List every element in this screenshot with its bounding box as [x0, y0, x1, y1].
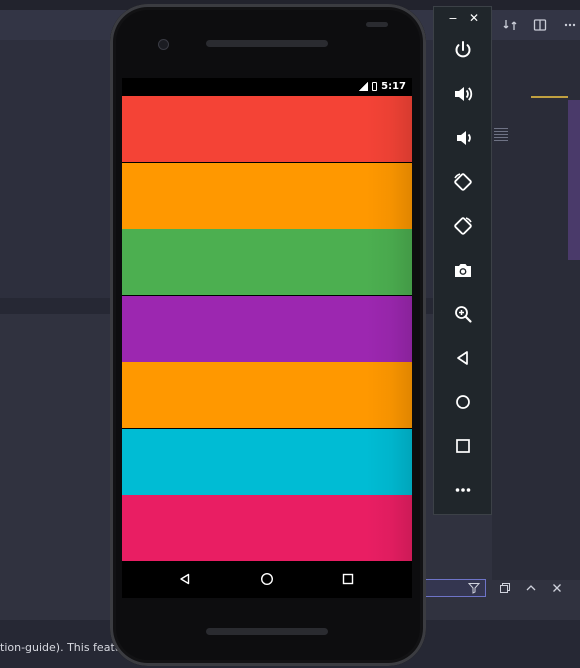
toolbar-header: − ✕: [434, 7, 491, 29]
navigation-bar: [122, 561, 412, 598]
ide-editor-actions: [500, 14, 580, 36]
volume-down-icon: [457, 131, 471, 145]
close-button[interactable]: ✕: [467, 11, 481, 25]
color-band: [122, 495, 412, 561]
split-view-icon[interactable]: [530, 14, 550, 36]
back-icon: [180, 573, 190, 585]
top-speaker: [206, 40, 328, 47]
filter-icon[interactable]: [466, 581, 482, 595]
overview-icon: [456, 439, 470, 453]
color-band: [122, 96, 412, 162]
more-icon[interactable]: [560, 14, 580, 36]
volume-up-button[interactable]: [450, 81, 476, 107]
home-button[interactable]: [450, 389, 476, 415]
back-icon: [457, 351, 468, 365]
overview-icon: [342, 573, 354, 585]
rotate-left-icon: [454, 173, 472, 191]
screenshot-button[interactable]: [450, 257, 476, 283]
back-button[interactable]: [450, 345, 476, 371]
nav-home-button[interactable]: [259, 571, 275, 587]
more-icon: [455, 488, 471, 492]
battery-icon: [372, 82, 378, 91]
color-band: [122, 429, 412, 495]
power-icon: [455, 41, 471, 58]
chevron-up-icon[interactable]: [524, 580, 538, 596]
ide-minimap-lines: [494, 128, 508, 142]
camera-icon: [455, 264, 471, 277]
status-bar: 5:17: [122, 78, 412, 96]
nav-overview-button[interactable]: [340, 571, 356, 587]
status-time: 5:17: [381, 81, 406, 92]
compare-icon[interactable]: [500, 14, 520, 36]
rotate-left-button[interactable]: [450, 169, 476, 195]
color-band: [122, 296, 412, 362]
volume-down-button[interactable]: [450, 125, 476, 151]
signal-icon: [359, 82, 369, 91]
zoom-button[interactable]: [450, 301, 476, 327]
close-icon[interactable]: [550, 580, 564, 596]
home-icon: [456, 395, 470, 409]
ide-minimap: [492, 40, 580, 580]
overview-button[interactable]: [450, 433, 476, 459]
panel-controls: [498, 580, 564, 596]
power-button[interactable]: [450, 37, 476, 63]
phone-top-notch: [366, 22, 388, 27]
bottom-speaker: [206, 628, 328, 635]
rotate-right-icon: [454, 217, 472, 235]
color-band: [122, 362, 412, 428]
zoom-icon: [455, 306, 472, 323]
minimize-button[interactable]: −: [446, 12, 460, 25]
restore-icon[interactable]: [498, 580, 512, 596]
volume-up-icon: [455, 87, 473, 101]
output-text: tion-guide). This featu: [0, 641, 122, 654]
color-band-list: [122, 96, 412, 561]
more-button[interactable]: [450, 477, 476, 503]
color-band: [122, 229, 412, 295]
emulator-toolbar: − ✕: [433, 6, 492, 515]
front-camera: [158, 39, 169, 50]
ide-scrollbar-highlight: [568, 100, 580, 260]
phone-screen[interactable]: 5:17: [122, 78, 412, 598]
color-band: [122, 163, 412, 229]
home-icon: [260, 572, 274, 586]
ide-minimap-marker: [531, 96, 568, 98]
rotate-right-button[interactable]: [450, 213, 476, 239]
nav-back-button[interactable]: [177, 571, 193, 587]
